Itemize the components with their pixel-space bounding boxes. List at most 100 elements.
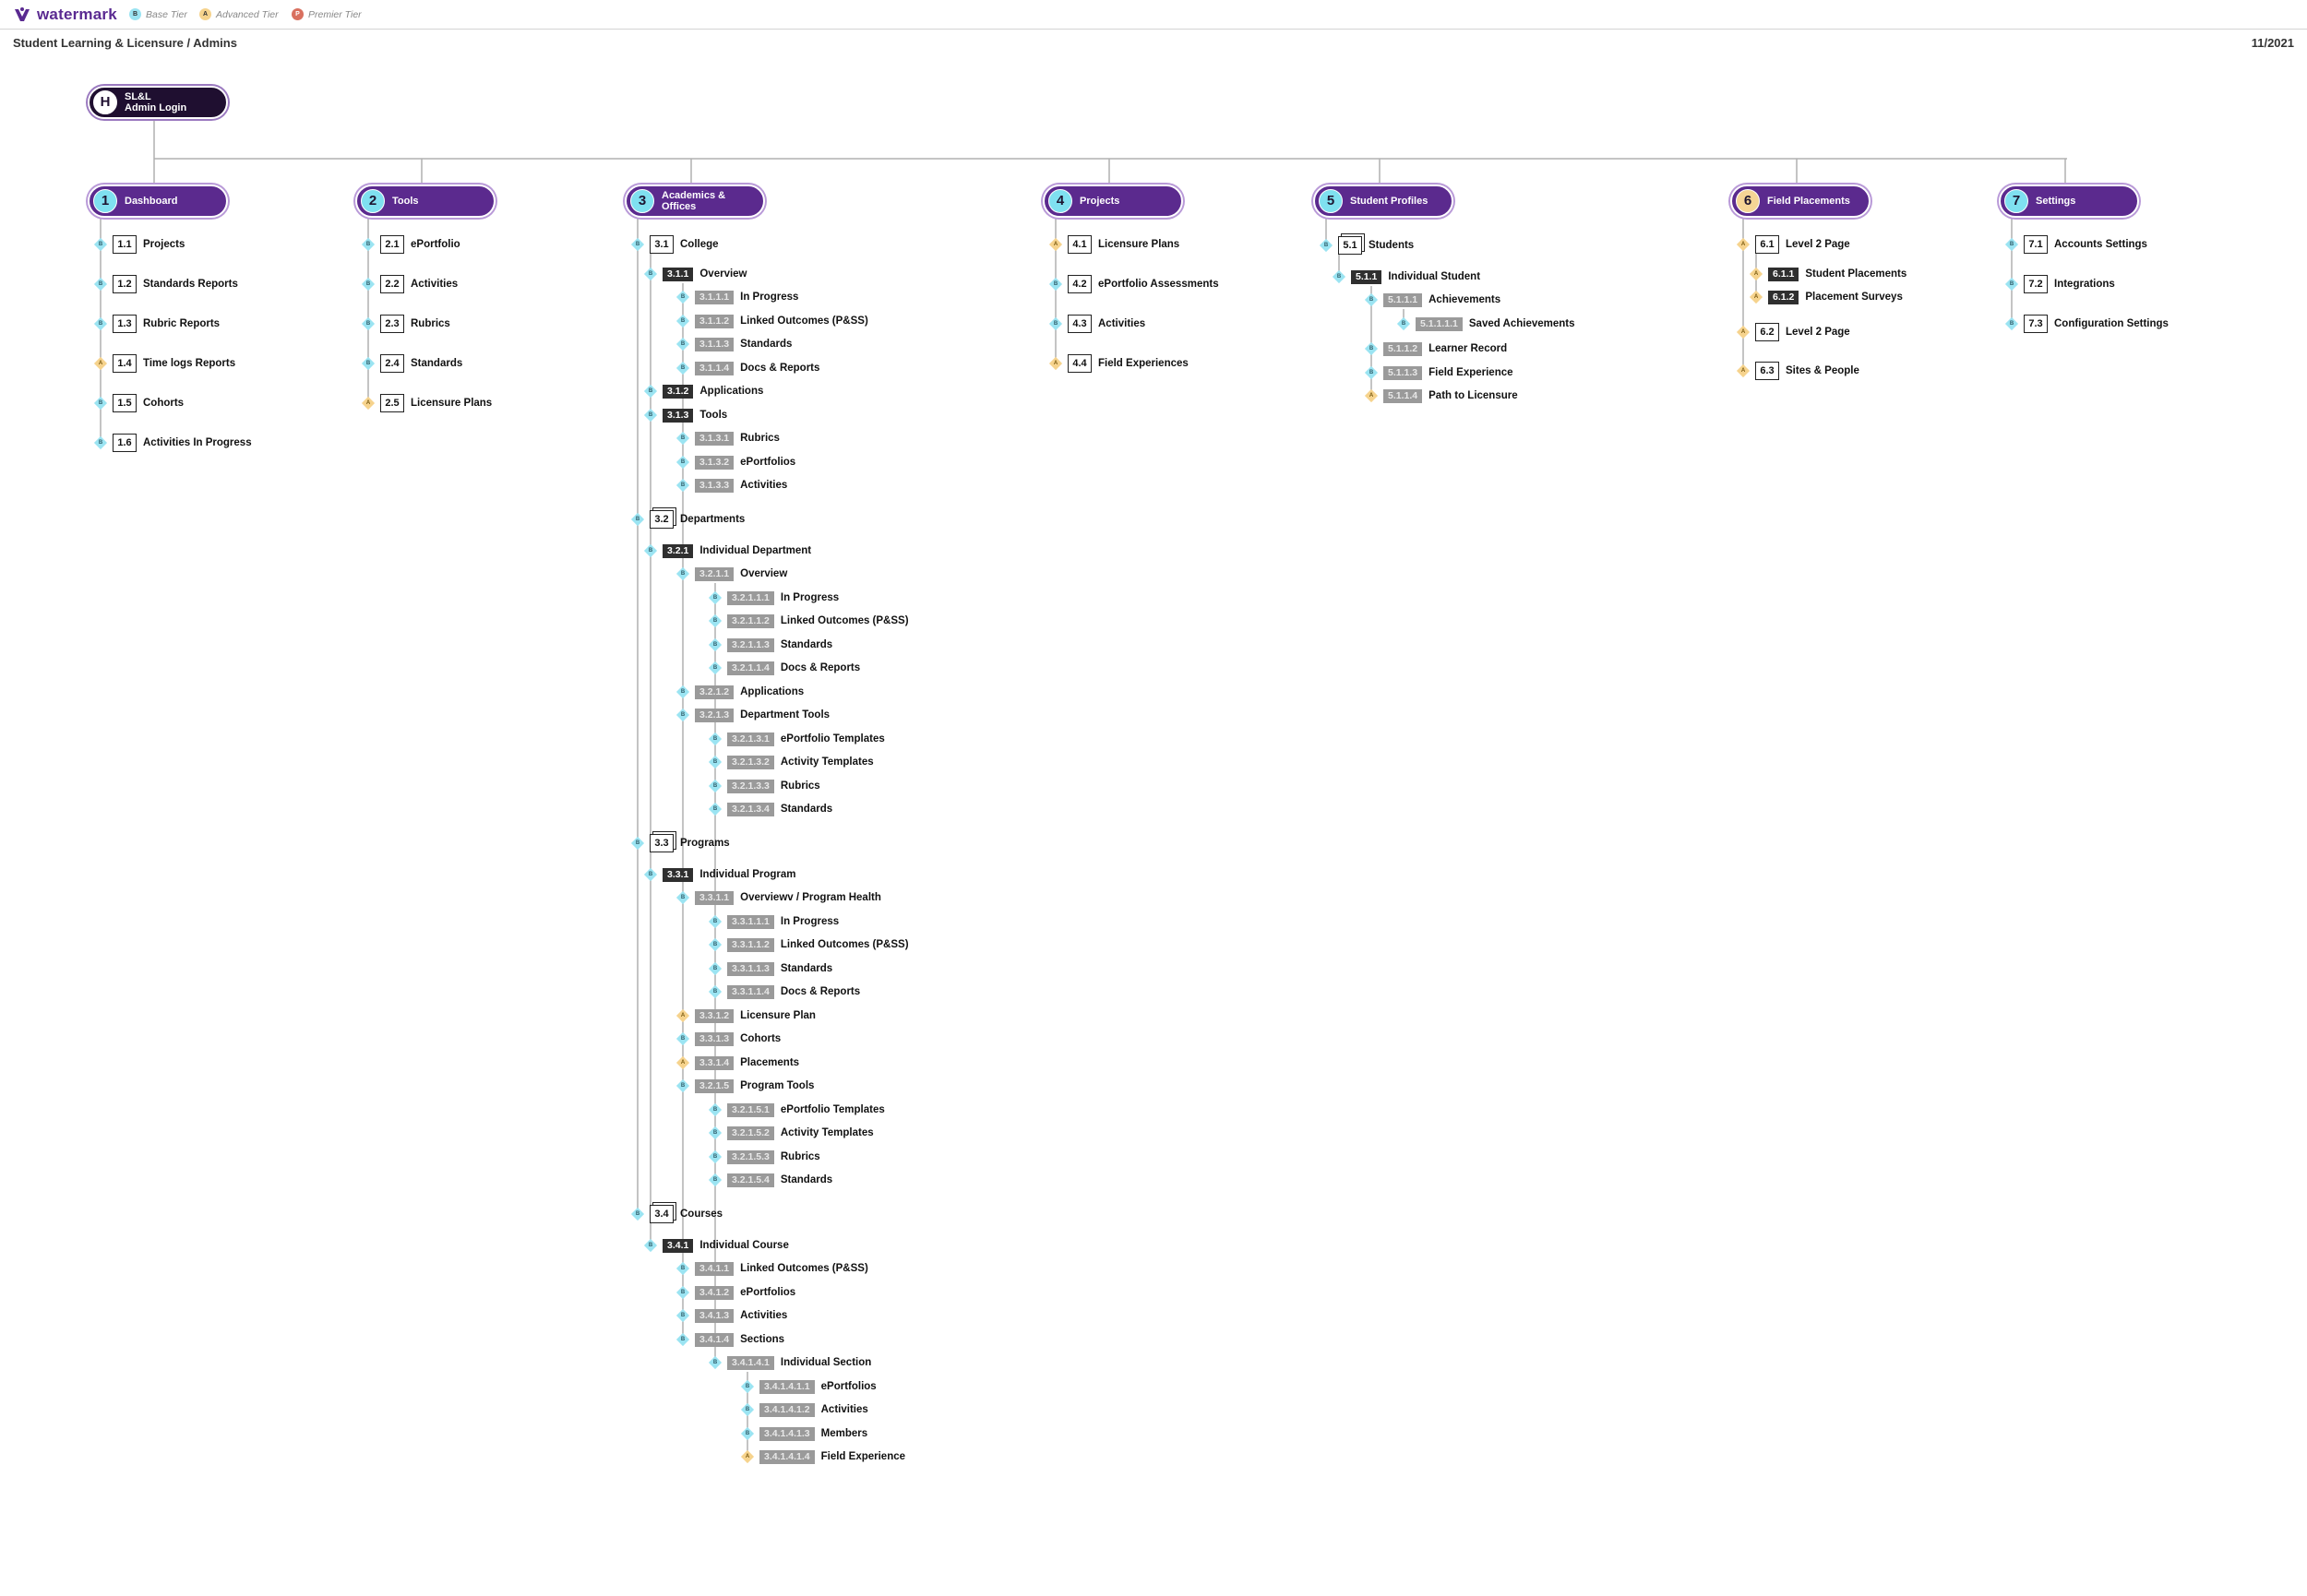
nav-item-docs-reports[interactable]: 3.1.1.4 Docs & Reports [695,359,819,377]
nav-item-activities[interactable]: 3.4.1.3 Activities [695,1306,787,1325]
item-label: Path to Licensure [1428,390,1518,401]
nav-item-students[interactable]: 5.1 Students [1338,236,1414,255]
item-label: Linked Outcomes (P&SS) [780,615,909,626]
nav-item-field-experience[interactable]: 5.1.1.3 Field Experience [1383,363,1513,382]
nav-item-overview[interactable]: 3.2.1.1 Overview [695,565,787,583]
nav-item-members[interactable]: 3.4.1.4.1.3 Members [759,1424,867,1443]
nav-item-sections[interactable]: 3.4.1.4 Sections [695,1330,784,1349]
nav-item-departments[interactable]: 3.2 Departments [650,510,745,529]
nav-item-docs-reports[interactable]: 3.2.1.1.4 Docs & Reports [727,659,860,677]
tier-letter: B [648,271,653,277]
nav-item-achievements[interactable]: 5.1.1.1 Achievements [1383,291,1500,309]
nav-item-licensure-plan[interactable]: 3.3.1.2 Licensure Plan [695,1006,816,1025]
section-settings[interactable]: 7 Settings [1999,185,2139,218]
nav-item-docs-reports[interactable]: 3.3.1.1.4 Docs & Reports [727,983,860,1001]
nav-item-standards[interactable]: 2.4 Standards [380,354,462,373]
nav-item-placement-surveys[interactable]: 6.1.2 Placement Surveys [1768,288,1903,306]
nav-item-standards[interactable]: 3.3.1.1.3 Standards [727,959,832,978]
nav-item-licensure-plans[interactable]: 4.1 Licensure Plans [1068,235,1179,254]
nav-item-cohorts[interactable]: 3.3.1.3 Cohorts [695,1030,781,1048]
nav-item-individual-section[interactable]: 3.4.1.4.1 Individual Section [727,1353,871,1372]
nav-item-standards[interactable]: 3.1.1.3 Standards [695,335,792,353]
nav-item-rubrics[interactable]: 3.2.1.5.3 Rubrics [727,1148,820,1166]
item-number: 2.5 [380,394,404,412]
nav-item-activities[interactable]: 4.3 Activities [1068,315,1145,333]
nav-item-field-experience[interactable]: 3.4.1.4.1.4 Field Experience [759,1447,905,1466]
nav-item-sites-people[interactable]: 6.3 Sites & People [1755,362,1859,380]
nav-item-program-tools[interactable]: 3.2.1.5 Program Tools [695,1077,814,1095]
nav-item-individual-program[interactable]: 3.3.1 Individual Program [663,865,796,884]
nav-item-rubrics[interactable]: 3.2.1.3.3 Rubrics [727,777,820,795]
nav-item-rubrics[interactable]: 2.3 Rubrics [380,315,450,333]
nav-item-linked-outcomes-p-ss[interactable]: 3.4.1.1 Linked Outcomes (P&SS) [695,1259,868,1278]
nav-item-standards-reports[interactable]: 1.2 Standards Reports [113,275,238,293]
base-tier-icon: B [643,543,658,558]
nav-item-activities[interactable]: 3.4.1.4.1.2 Activities [759,1400,868,1419]
nav-item-student-placements[interactable]: 6.1.1 Student Placements [1768,265,1907,283]
nav-item-accounts-settings[interactable]: 7.1 Accounts Settings [2024,235,2147,254]
nav-item-saved-achievements[interactable]: 5.1.1.1.1 Saved Achievements [1416,315,1575,333]
nav-item-projects[interactable]: 1.1 Projects [113,235,185,254]
base-tier-icon: B [708,1355,723,1370]
nav-item-activities[interactable]: 3.1.3.3 Activities [695,476,787,494]
nav-item-overviewv-program-health[interactable]: 3.3.1.1 Overviewv / Program Health [695,888,881,907]
base-tier-icon: B [675,1261,690,1276]
nav-item-placements[interactable]: 3.3.1.4 Placements [695,1054,799,1072]
section-projects[interactable]: 4 Projects [1043,185,1183,218]
nav-item-eportfolio-templates[interactable]: 3.2.1.5.1 ePortfolio Templates [727,1101,885,1119]
nav-item-activities-in-progress[interactable]: 1.6 Activities In Progress [113,434,252,452]
nav-item-standards[interactable]: 3.2.1.1.3 Standards [727,636,832,654]
nav-item-rubric-reports[interactable]: 1.3 Rubric Reports [113,315,220,333]
nav-item-eportfolios[interactable]: 3.1.3.2 ePortfolios [695,453,795,471]
home-admin-login[interactable]: H SL&L Admin Login [88,86,228,119]
section-tools[interactable]: 2 Tools [355,185,496,218]
nav-item-courses[interactable]: 3.4 Courses [650,1205,723,1223]
section-label: Projects [1080,196,1120,207]
nav-item-standards[interactable]: 3.2.1.5.4 Standards [727,1171,832,1189]
nav-item-overview[interactable]: 3.1.1 Overview [663,265,747,283]
nav-item-applications[interactable]: 3.2.1.2 Applications [695,683,804,701]
nav-item-time-logs-reports[interactable]: 1.4 Time logs Reports [113,354,235,373]
section-academics-offices[interactable]: 3 Academics & Offices [625,185,765,218]
nav-item-linked-outcomes-p-ss[interactable]: 3.3.1.1.2 Linked Outcomes (P&SS) [727,935,909,954]
nav-item-in-progress[interactable]: 3.2.1.1.1 In Progress [727,589,839,607]
nav-item-level-2-page[interactable]: 6.2 Level 2 Page [1755,323,1850,341]
nav-item-activity-templates[interactable]: 3.2.1.5.2 Activity Templates [727,1124,874,1142]
nav-item-linked-outcomes-p-ss[interactable]: 3.2.1.1.2 Linked Outcomes (P&SS) [727,612,909,630]
nav-item-tools[interactable]: 3.1.3 Tools [663,406,727,424]
item-label: Licensure Plans [411,398,493,409]
tier-letter: B [365,361,371,366]
nav-item-field-experiences[interactable]: 4.4 Field Experiences [1068,354,1189,373]
nav-item-rubrics[interactable]: 3.1.3.1 Rubrics [695,429,780,447]
tier-letter: B [680,689,686,695]
nav-item-cohorts[interactable]: 1.5 Cohorts [113,394,184,412]
nav-item-department-tools[interactable]: 3.2.1.3 Department Tools [695,706,830,724]
nav-item-programs[interactable]: 3.3 Programs [650,834,730,852]
nav-item-activity-templates[interactable]: 3.2.1.3.2 Activity Templates [727,753,874,771]
nav-item-activities[interactable]: 2.2 Activities [380,275,458,293]
nav-item-standards[interactable]: 3.2.1.3.4 Standards [727,800,832,818]
section-student-profiles[interactable]: 5 Student Profiles [1313,185,1453,218]
nav-item-licensure-plans[interactable]: 2.5 Licensure Plans [380,394,492,412]
nav-item-level-2-page[interactable]: 6.1 Level 2 Page [1755,235,1850,254]
nav-item-individual-student[interactable]: 5.1.1 Individual Student [1351,268,1480,286]
nav-item-integrations[interactable]: 7.2 Integrations [2024,275,2115,293]
item-label: In Progress [780,916,840,927]
nav-item-eportfolios[interactable]: 3.4.1.2 ePortfolios [695,1283,795,1302]
nav-item-in-progress[interactable]: 3.1.1.1 In Progress [695,288,798,306]
section-field-placements[interactable]: 6 Field Placements [1730,185,1871,218]
nav-item-eportfolio-assessments[interactable]: 4.2 ePortfolio Assessments [1068,275,1219,293]
nav-item-configuration-settings[interactable]: 7.3 Configuration Settings [2024,315,2169,333]
nav-item-eportfolio-templates[interactable]: 3.2.1.3.1 ePortfolio Templates [727,730,885,748]
nav-item-learner-record[interactable]: 5.1.1.2 Learner Record [1383,339,1507,358]
nav-item-eportfolios[interactable]: 3.4.1.4.1.1 ePortfolios [759,1377,877,1396]
nav-item-individual-course[interactable]: 3.4.1 Individual Course [663,1236,789,1255]
nav-item-college[interactable]: 3.1 College [650,235,719,254]
nav-item-eportfolio[interactable]: 2.1 ePortfolio [380,235,460,254]
section-dashboard[interactable]: 1 Dashboard [88,185,228,218]
nav-item-linked-outcomes-p-ss[interactable]: 3.1.1.2 Linked Outcomes (P&SS) [695,312,868,330]
nav-item-applications[interactable]: 3.1.2 Applications [663,382,763,400]
nav-item-path-to-licensure[interactable]: 5.1.1.4 Path to Licensure [1383,387,1518,405]
nav-item-in-progress[interactable]: 3.3.1.1.1 In Progress [727,912,839,931]
nav-item-individual-department[interactable]: 3.2.1 Individual Department [663,542,811,560]
